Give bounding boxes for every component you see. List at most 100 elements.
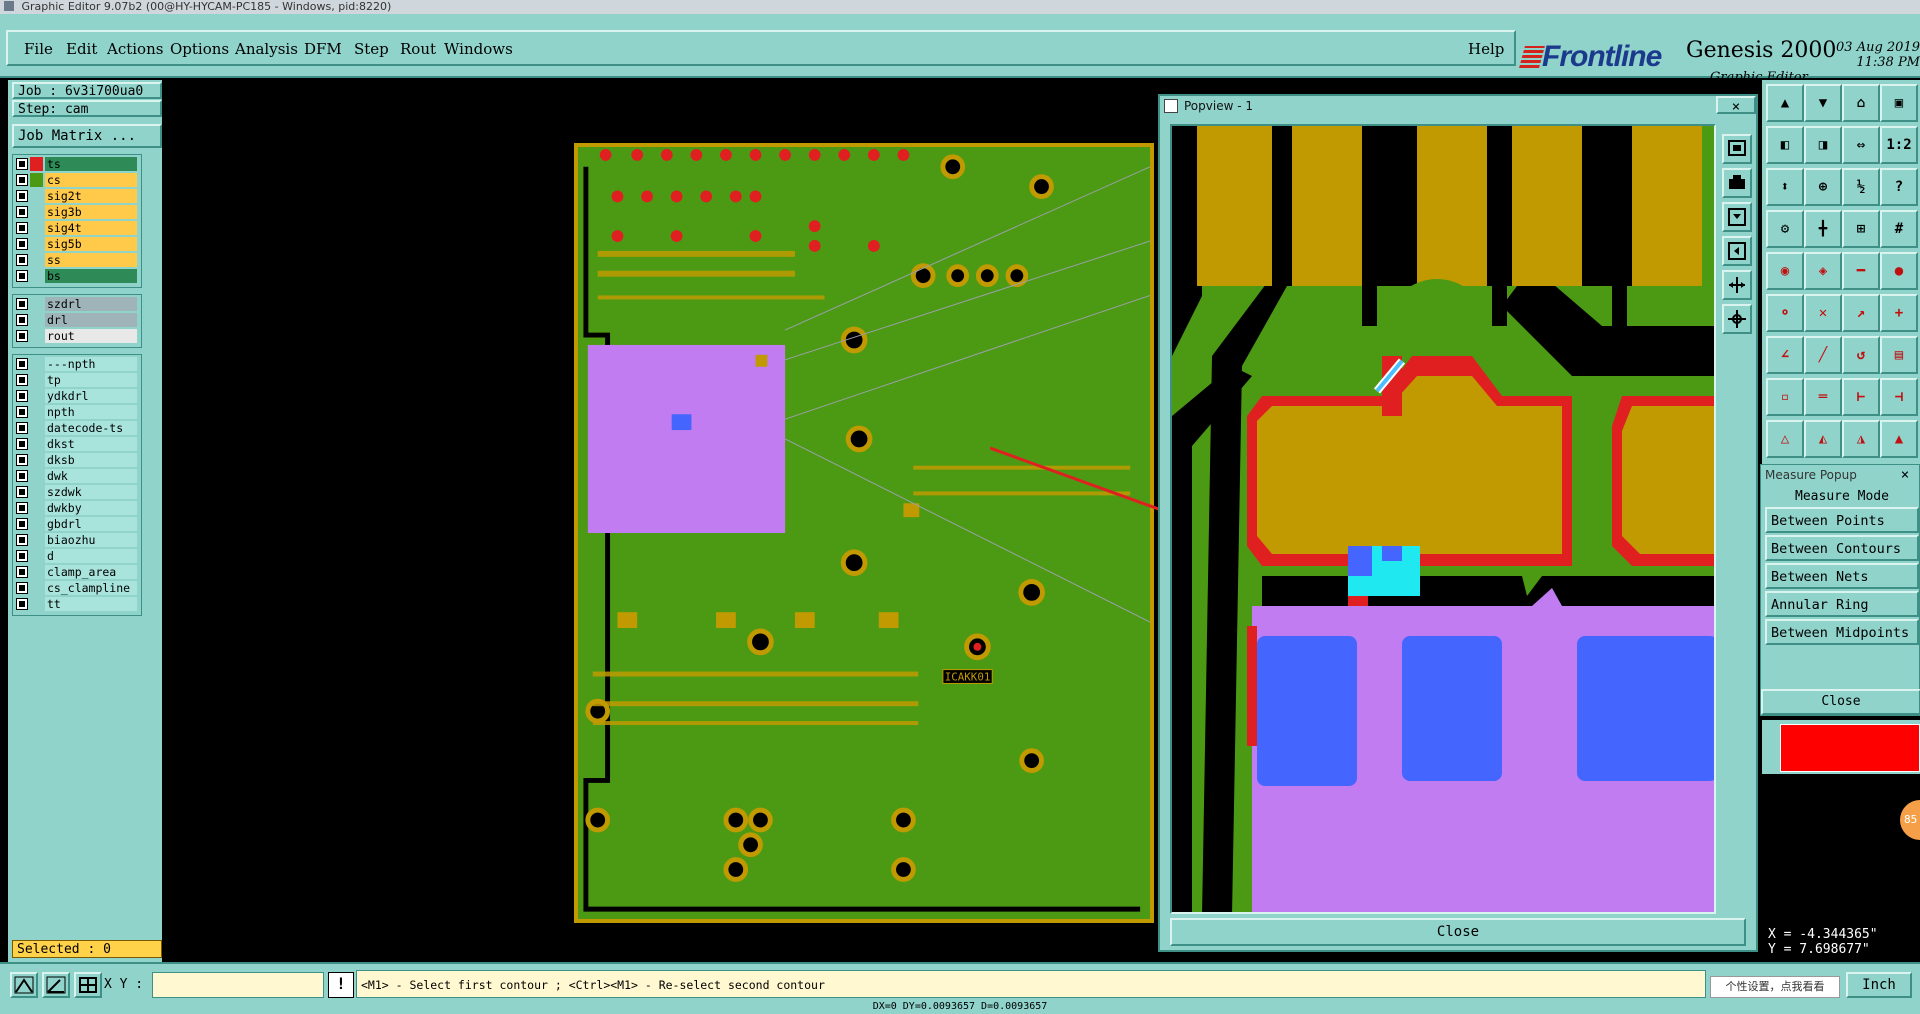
layer-name[interactable]: d — [45, 549, 137, 563]
layer-name[interactable]: tt — [45, 597, 137, 611]
execute-button[interactable]: ! — [328, 972, 354, 998]
layer-row[interactable]: ---npth — [14, 357, 138, 371]
layer-row[interactable]: d — [14, 549, 138, 563]
tool-button-one-to-one[interactable]: 1:2 — [1880, 126, 1918, 164]
layer-checkbox[interactable] — [16, 270, 28, 282]
layer-color-swatch[interactable] — [30, 565, 43, 579]
tool-button-fit[interactable]: ▣ — [1880, 84, 1918, 122]
measure-close-button[interactable]: Close — [1761, 689, 1920, 715]
layer-color-swatch[interactable] — [30, 329, 43, 343]
layer-row[interactable]: clamp_area — [14, 565, 138, 579]
layer-checkbox[interactable] — [16, 390, 28, 402]
layer-row[interactable]: sig3b — [14, 205, 138, 219]
measure-option-between-nets[interactable]: Between Nets — [1765, 563, 1919, 589]
tool-button-mirror[interactable]: ⊢ — [1842, 378, 1880, 416]
tool-button-triangle[interactable]: △ — [1766, 420, 1804, 458]
tool-button-pan-left[interactable]: ◧ — [1766, 126, 1804, 164]
tool-button-zoom-in[interactable]: ⊕ — [1804, 168, 1842, 206]
tool-button-line[interactable]: ∠ — [1766, 336, 1804, 374]
layer-name[interactable]: gbdrl — [45, 517, 137, 531]
layer-checkbox[interactable] — [16, 566, 28, 578]
layer-row[interactable]: sig5b — [14, 237, 138, 251]
menu-dfm[interactable]: DFM — [304, 40, 342, 58]
menu-windows[interactable]: Windows — [444, 40, 513, 58]
layer-checkbox[interactable] — [16, 454, 28, 466]
layer-color-swatch[interactable] — [30, 533, 43, 547]
layer-name[interactable]: tp — [45, 373, 137, 387]
layer-checkbox[interactable] — [16, 374, 28, 386]
layer-color-swatch[interactable] — [30, 405, 43, 419]
layer-checkbox[interactable] — [16, 314, 28, 326]
layer-color-swatch[interactable] — [30, 485, 43, 499]
layer-color-swatch[interactable] — [30, 501, 43, 515]
layer-row[interactable]: tp — [14, 373, 138, 387]
tool-button-slope[interactable]: ╱ — [1804, 336, 1842, 374]
layer-row[interactable]: dksb — [14, 453, 138, 467]
tool-button-settings[interactable]: ⚙ — [1766, 210, 1804, 248]
layer-checkbox[interactable] — [16, 222, 28, 234]
menu-actions[interactable]: Actions — [107, 40, 163, 58]
layer-name[interactable]: cs_clampline — [45, 581, 137, 595]
tool-button-zoom-1-2[interactable]: ½ — [1842, 168, 1880, 206]
layer-row[interactable]: tt — [14, 597, 138, 611]
layer-color-swatch[interactable] — [30, 437, 43, 451]
tool-button-route[interactable]: ╋ — [1804, 210, 1842, 248]
layer-name[interactable]: sig3b — [45, 205, 137, 219]
popview-close-button[interactable]: Close — [1170, 918, 1746, 946]
tool-button-snap[interactable]: ● — [1880, 252, 1918, 290]
layer-name[interactable]: bs — [45, 269, 137, 283]
measure-option-annular-ring[interactable]: Annular Ring — [1765, 591, 1919, 617]
grid-button[interactable] — [74, 972, 102, 998]
tool-button-pad[interactable]: ▫ — [1766, 378, 1804, 416]
layer-color-swatch[interactable] — [30, 253, 43, 267]
layer-checkbox[interactable] — [16, 158, 28, 170]
popview-tool-6[interactable] — [1722, 304, 1752, 334]
tool-button-rotate[interactable]: ↺ — [1842, 336, 1880, 374]
tool-button-mirror2[interactable]: ⊣ — [1880, 378, 1918, 416]
layer-checkbox[interactable] — [16, 470, 28, 482]
layer-color-swatch[interactable] — [30, 581, 43, 595]
menu-options[interactable]: Options — [170, 40, 229, 58]
menu-analysis[interactable]: Analysis — [235, 40, 298, 58]
layer-row[interactable]: sig4t — [14, 221, 138, 235]
layer-color-swatch[interactable] — [30, 389, 43, 403]
layer-name[interactable]: drl — [45, 313, 137, 327]
layer-row[interactable]: ydkdrl — [14, 389, 138, 403]
layer-name[interactable]: dksb — [45, 453, 137, 467]
settings-tooltip[interactable]: 个性设置，点我看看 — [1710, 976, 1840, 998]
layer-color-swatch[interactable] — [30, 597, 43, 611]
layer-color-swatch[interactable] — [30, 297, 43, 311]
layer-name[interactable]: ss — [45, 253, 137, 267]
layer-checkbox[interactable] — [16, 298, 28, 310]
layer-checkbox[interactable] — [16, 502, 28, 514]
layer-checkbox[interactable] — [16, 238, 28, 250]
layer-color-swatch[interactable] — [30, 373, 43, 387]
tool-button-triangle2[interactable]: ◭ — [1804, 420, 1842, 458]
layer-row[interactable]: cs — [14, 173, 138, 187]
layer-name[interactable]: szdrl — [45, 297, 137, 311]
layer-color-swatch[interactable] — [30, 421, 43, 435]
measure-option-between-contours[interactable]: Between Contours — [1765, 535, 1919, 561]
layer-checkbox[interactable] — [16, 406, 28, 418]
layer-row[interactable]: ss — [14, 253, 138, 267]
layer-checkbox[interactable] — [16, 518, 28, 530]
layer-row[interactable]: rout — [14, 329, 138, 343]
layer-color-swatch[interactable] — [30, 313, 43, 327]
layer-name[interactable]: rout — [45, 329, 137, 343]
layer-row[interactable]: gbdrl — [14, 517, 138, 531]
tool-button-delete[interactable]: ◈ — [1804, 252, 1842, 290]
layer-checkbox[interactable] — [16, 330, 28, 342]
layer-checkbox[interactable] — [16, 486, 28, 498]
layer-name[interactable]: npth — [45, 405, 137, 419]
layer-checkbox[interactable] — [16, 206, 28, 218]
layer-color-swatch[interactable] — [30, 189, 43, 203]
layer-color-swatch[interactable] — [30, 357, 43, 371]
tool-button-cross[interactable]: ✕ — [1804, 294, 1842, 332]
layer-name[interactable]: dwk — [45, 469, 137, 483]
tool-button-layer-down[interactable]: ▼ — [1804, 84, 1842, 122]
layer-row[interactable]: sig2t — [14, 189, 138, 203]
layer-row[interactable]: bs — [14, 269, 138, 283]
layer-color-swatch[interactable] — [30, 453, 43, 467]
layer-row[interactable]: npth — [14, 405, 138, 419]
tool-button-grid[interactable]: # — [1880, 210, 1918, 248]
